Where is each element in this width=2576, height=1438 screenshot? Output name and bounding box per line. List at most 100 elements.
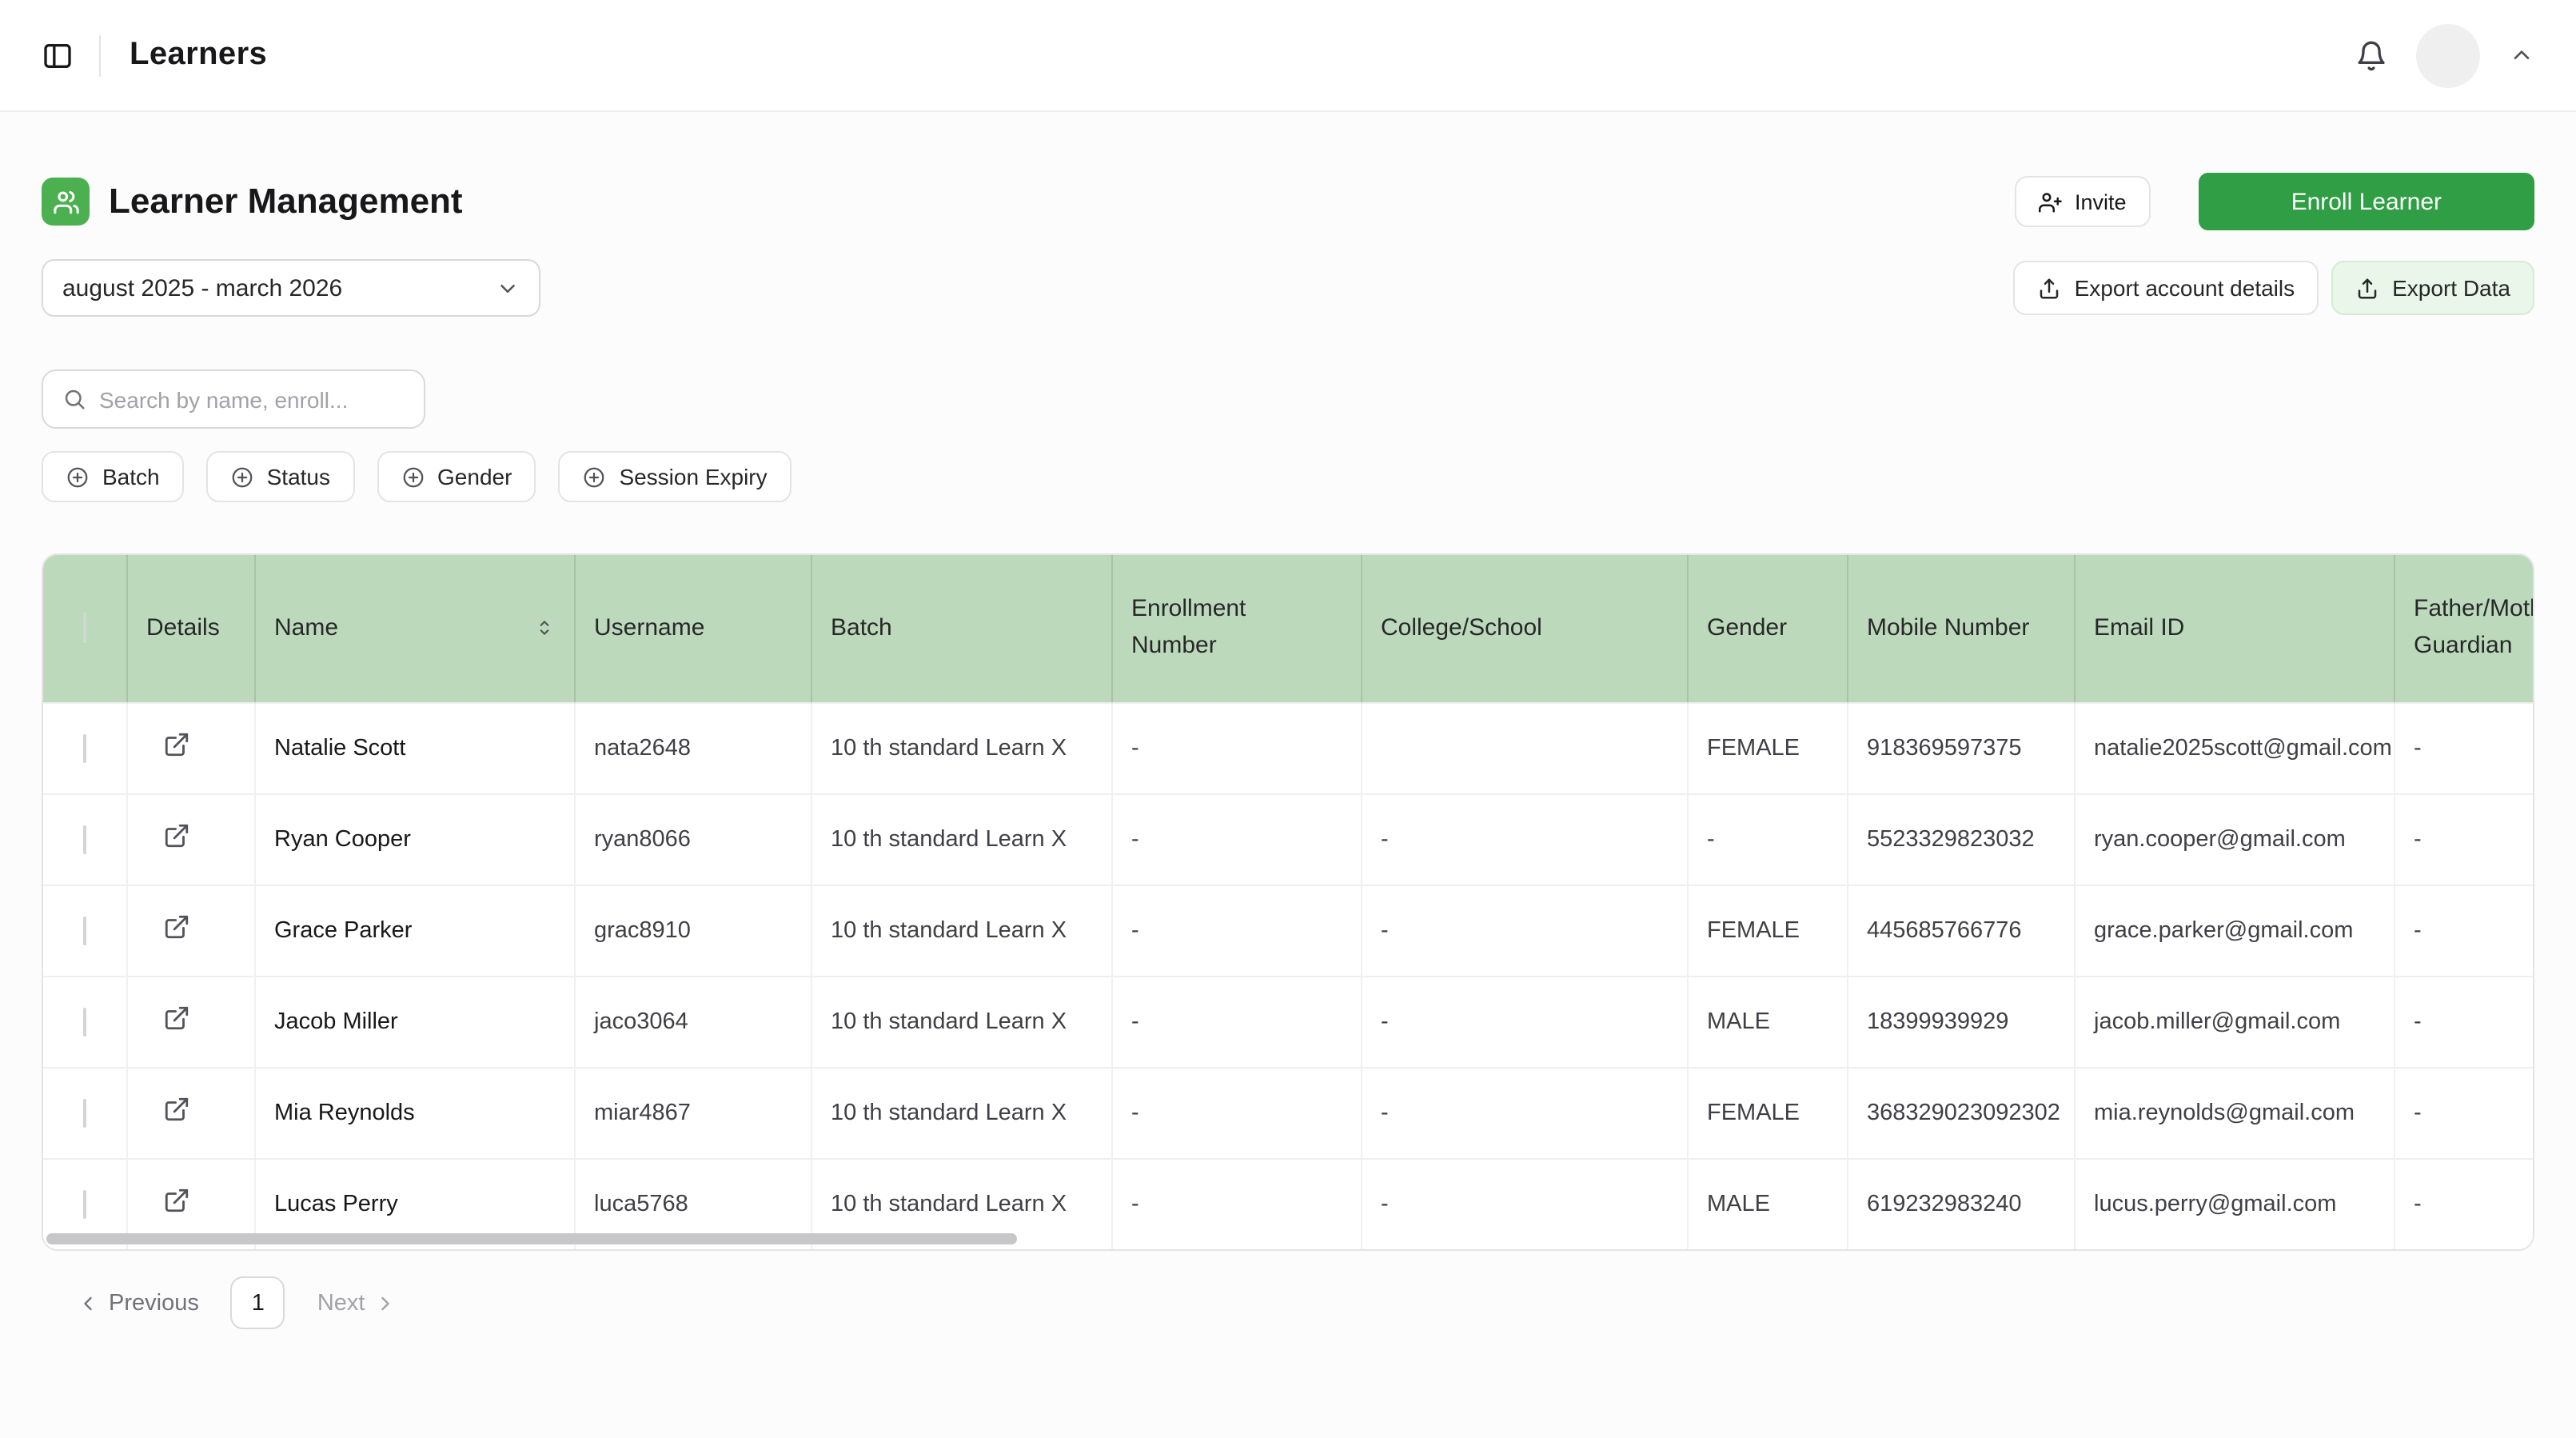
external-link-icon	[162, 913, 189, 941]
cell-username: jaco3064	[574, 976, 811, 1067]
upload-icon	[2038, 276, 2062, 300]
learners-table: Details Name Username Batch Enrollment	[43, 555, 2534, 1249]
user-plus-icon	[2038, 190, 2062, 214]
row-details-link[interactable]	[146, 913, 189, 941]
row-checkbox-cell	[43, 1067, 126, 1158]
filter-status-label: Status	[267, 464, 330, 489]
export-account-details-button[interactable]: Export account details	[2014, 261, 2319, 315]
cell-college: -	[1361, 1067, 1687, 1158]
cell-mobile: 918369597375	[1847, 702, 2074, 793]
invite-button[interactable]: Invite	[2014, 176, 2151, 227]
next-page-button[interactable]: Next	[305, 1280, 410, 1325]
filter-gender-button[interactable]: Gender	[377, 451, 536, 502]
plus-circle-icon	[401, 465, 425, 489]
column-header-name-label: Name	[274, 615, 338, 642]
next-page-label: Next	[317, 1290, 365, 1316]
filter-batch-button[interactable]: Batch	[42, 451, 184, 502]
cell-gender: FEMALE	[1687, 702, 1847, 793]
row-details-link[interactable]	[146, 1096, 189, 1123]
cell-email: mia.reynolds@gmail.com	[2074, 1067, 2394, 1158]
search-box	[42, 369, 425, 429]
sort-icon[interactable]	[533, 618, 554, 639]
previous-page-label: Previous	[109, 1290, 199, 1316]
row-checkbox[interactable]	[83, 1190, 86, 1219]
filter-status-button[interactable]: Status	[206, 451, 354, 502]
row-details-cell	[126, 793, 254, 885]
column-header-username: Username	[574, 555, 811, 702]
session-range-select[interactable]: august 2025 - march 2026	[42, 259, 540, 317]
column-header-mobile: Mobile Number	[1847, 555, 2074, 702]
export-account-details-label: Export account details	[2075, 275, 2295, 301]
learner-row: Mia Reynolds miar4867 10 th standard Lea…	[43, 1067, 2534, 1158]
export-data-button[interactable]: Export Data	[2331, 261, 2534, 315]
column-header-gender: Gender	[1687, 555, 1847, 702]
filter-gender-label: Gender	[437, 464, 512, 489]
enroll-learner-label: Enroll Learner	[2291, 188, 2442, 215]
row-checkbox[interactable]	[83, 916, 86, 945]
column-header-details: Details	[126, 555, 254, 702]
column-header-enrollment: Enrollment Number	[1111, 555, 1361, 702]
external-link-icon	[162, 822, 189, 849]
filter-session-expiry-label: Session Expiry	[619, 464, 767, 489]
account-menu-button[interactable]	[2509, 42, 2534, 68]
learner-row: Grace Parker grac8910 10 th standard Lea…	[43, 885, 2534, 976]
cell-enrollment: -	[1111, 702, 1361, 793]
plus-circle-icon	[582, 465, 606, 489]
export-data-label: Export Data	[2392, 275, 2510, 301]
cell-username: grac8910	[574, 885, 811, 976]
row-checkbox[interactable]	[83, 733, 86, 762]
cell-name: Grace Parker	[254, 885, 574, 976]
user-avatar[interactable]	[2416, 23, 2480, 87]
cell-enrollment: -	[1111, 793, 1361, 885]
learners-app-icon	[42, 178, 90, 226]
learner-row: Ryan Cooper ryan8066 10 th standard Lear…	[43, 793, 2534, 885]
row-details-link[interactable]	[146, 1005, 189, 1032]
page-title: Learner Management	[109, 181, 463, 222]
panel-left-icon	[42, 39, 74, 71]
external-link-icon	[162, 1096, 189, 1123]
row-checkbox[interactable]	[83, 1007, 86, 1036]
row-checkbox[interactable]	[83, 825, 86, 853]
learner-row: Jacob Miller jaco3064 10 th standard Lea…	[43, 976, 2534, 1067]
horizontal-scrollbar[interactable]	[46, 1233, 1017, 1244]
row-details-link[interactable]	[146, 1188, 189, 1215]
cell-gender: FEMALE	[1687, 1067, 1847, 1158]
notifications-button[interactable]	[2355, 39, 2387, 71]
sidebar-toggle-button[interactable]	[42, 39, 74, 71]
plus-circle-icon	[66, 465, 90, 489]
cell-enrollment: -	[1111, 1158, 1361, 1249]
learner-row: Natalie Scott nata2648 10 th standard Le…	[43, 702, 2534, 793]
select-all-checkbox[interactable]	[83, 613, 86, 644]
cell-guardian: -	[2394, 702, 2534, 793]
cell-guardian: -	[2394, 885, 2534, 976]
search-input[interactable]	[99, 386, 405, 412]
cell-enrollment: -	[1111, 976, 1361, 1067]
previous-page-button[interactable]: Previous	[64, 1280, 212, 1325]
row-details-cell	[126, 1067, 254, 1158]
cell-gender: FEMALE	[1687, 885, 1847, 976]
row-checkbox[interactable]	[83, 1098, 86, 1127]
cell-email: grace.parker@gmail.com	[2074, 885, 2394, 976]
column-header-name[interactable]: Name	[254, 555, 574, 702]
cell-batch: 10 th standard Learn X	[811, 885, 1111, 976]
row-checkbox-cell	[43, 885, 126, 976]
cell-gender: MALE	[1687, 1158, 1847, 1249]
topbar: Learners	[0, 0, 2576, 112]
cell-college: -	[1361, 793, 1687, 885]
cell-username: nata2648	[574, 702, 811, 793]
page-number-button[interactable]: 1	[231, 1276, 285, 1329]
cell-name: Ryan Cooper	[254, 793, 574, 885]
enroll-learner-button[interactable]: Enroll Learner	[2199, 173, 2534, 230]
cell-guardian: -	[2394, 1067, 2534, 1158]
cell-name: Mia Reynolds	[254, 1067, 574, 1158]
filter-session-expiry-button[interactable]: Session Expiry	[558, 451, 791, 502]
cell-mobile: 368329023092302	[1847, 1067, 2074, 1158]
row-details-link[interactable]	[146, 822, 189, 849]
bell-icon	[2355, 39, 2387, 71]
learners-table-card: Details Name Username Batch Enrollment	[42, 553, 2534, 1251]
cell-college: -	[1361, 1158, 1687, 1249]
toolbar-row: august 2025 - march 2026 Export account …	[42, 259, 2534, 317]
row-checkbox-cell	[43, 793, 126, 885]
select-all-header	[43, 555, 126, 702]
row-details-link[interactable]	[146, 731, 189, 758]
